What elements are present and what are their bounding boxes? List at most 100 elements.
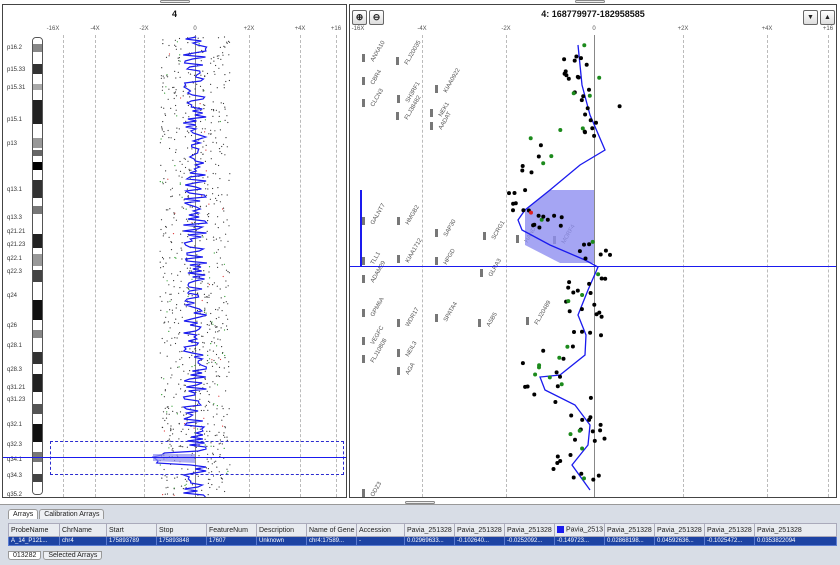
table-cell[interactable]: chr4:17589... (306, 536, 357, 546)
probe-table[interactable]: ProbeName ChrName Start Stop FeatureNum Descr… (8, 523, 837, 546)
gene-profile-line (517, 44, 606, 491)
table-cell[interactable]: chr4 (59, 536, 107, 546)
probe-point (180, 430, 182, 433)
tab-calibration-arrays[interactable]: Calibration Arrays (39, 509, 105, 519)
probe-point (161, 426, 163, 428)
table-row[interactable]: A_14_P121... chr4 175893789 175893848 17607 U… (8, 536, 837, 546)
selection-box[interactable] (50, 441, 344, 475)
probe-point (207, 354, 209, 356)
column-header[interactable]: ProbeName (8, 523, 60, 537)
column-header[interactable]: ChrName (59, 523, 107, 537)
probe-point (160, 106, 162, 108)
probe-point (212, 416, 214, 418)
probe-point (203, 270, 205, 272)
probe-point (208, 213, 210, 215)
probe-point (174, 39, 176, 41)
probe-point (206, 72, 209, 75)
probe-point (181, 258, 183, 260)
probe-point (216, 434, 218, 436)
probe-point (211, 109, 213, 111)
probe-point (161, 477, 163, 479)
table-cell[interactable]: -0.102640... (454, 536, 505, 546)
probe-point (196, 309, 199, 312)
probe-point (170, 430, 172, 432)
probe-point (206, 430, 208, 432)
probe-point (214, 73, 216, 75)
table-cell[interactable]: 175893789 (106, 536, 157, 546)
column-header[interactable]: Description (256, 523, 307, 537)
column-header[interactable]: Pavia_251328 (454, 523, 505, 537)
probe-point (203, 342, 205, 344)
probe-point (204, 119, 206, 121)
column-header[interactable]: Start (106, 523, 157, 537)
probe-point (192, 351, 194, 353)
probe-point (204, 104, 206, 106)
gene-view-pane[interactable]: 4: 168779977-182958585 ⊕ ⊖ ▼ ▲ -16X -4X … (349, 4, 837, 498)
table-cell[interactable]: - (356, 536, 405, 546)
probe-point (555, 384, 560, 389)
probe-point (520, 168, 525, 173)
splitter-handle[interactable] (160, 0, 190, 3)
probe-point (212, 115, 214, 117)
cursor-line[interactable] (3, 457, 346, 458)
probe-point (212, 381, 214, 383)
probe-point (163, 396, 165, 398)
probe-point (216, 405, 218, 407)
probe-point (204, 160, 206, 162)
table-cell[interactable]: 175893848 (156, 536, 207, 546)
probe-point (206, 214, 209, 216)
chromosome-profile-plot (151, 36, 231, 497)
probe-point (188, 357, 191, 359)
probe-point (217, 194, 220, 196)
probe-point (169, 435, 171, 437)
probe-point (210, 133, 212, 135)
probe-point (199, 428, 201, 430)
table-cell[interactable]: 0.02868198... (604, 536, 655, 546)
splitter-handle[interactable] (575, 0, 605, 3)
probe-point (221, 145, 223, 148)
table-cell[interactable]: 17607 (206, 536, 257, 546)
table-cell[interactable]: -0.0252092... (504, 536, 555, 546)
table-cell[interactable]: Unknown (256, 536, 307, 546)
column-header[interactable]: Pavia_251328 (754, 523, 837, 537)
probe-point (177, 366, 179, 368)
probe-point (568, 432, 573, 437)
probe-point (187, 373, 189, 375)
column-header[interactable]: Accession (356, 523, 405, 537)
column-header[interactable]: Name of Gene (306, 523, 357, 537)
probe-point (207, 423, 209, 425)
probe-point (165, 86, 167, 88)
column-header[interactable]: Pavia_251328 (504, 523, 555, 537)
probe-point (162, 39, 164, 41)
column-header[interactable]: FeatureNum (206, 523, 257, 537)
probe-point (182, 364, 184, 366)
table-cell[interactable]: -0.149723... (554, 536, 605, 546)
probe-point (180, 48, 182, 50)
tab-arrays[interactable]: Arrays (8, 509, 39, 519)
column-header[interactable]: Pavia_251328 (704, 523, 755, 537)
probe-point (162, 411, 165, 413)
probe-point (603, 276, 608, 281)
column-header[interactable]: Pavia_2513 (554, 523, 605, 537)
probe-point (180, 309, 182, 311)
table-cell[interactable]: 0.0353822094 (754, 536, 837, 546)
probe-point (220, 327, 222, 329)
probe-point (175, 361, 177, 363)
table-cell[interactable]: 0.02969633... (404, 536, 455, 546)
column-header[interactable]: Pavia_251328 (404, 523, 455, 537)
table-cell[interactable]: 0.04592636... (654, 536, 705, 546)
cursor-line[interactable] (350, 266, 836, 267)
column-header[interactable]: Pavia_251328 (604, 523, 655, 537)
probe-point (210, 122, 212, 124)
tab-selected-arrays[interactable]: Selected Arrays (43, 551, 103, 560)
probe-point (210, 129, 212, 131)
probe-point (218, 121, 220, 123)
table-cell[interactable]: A_14_P121... (8, 536, 60, 546)
probe-point (529, 170, 534, 175)
tab-sample[interactable]: 013282 (8, 551, 42, 560)
column-header[interactable]: Stop (156, 523, 207, 537)
table-cell[interactable]: -0.1025472... (704, 536, 755, 546)
chromosome-view-pane[interactable]: 4 -16X -4X -2X 0 +2X +4X +16 p16.2 p15.33… (2, 4, 347, 498)
probe-point (201, 49, 203, 52)
column-header[interactable]: Pavia_251328 (654, 523, 705, 537)
